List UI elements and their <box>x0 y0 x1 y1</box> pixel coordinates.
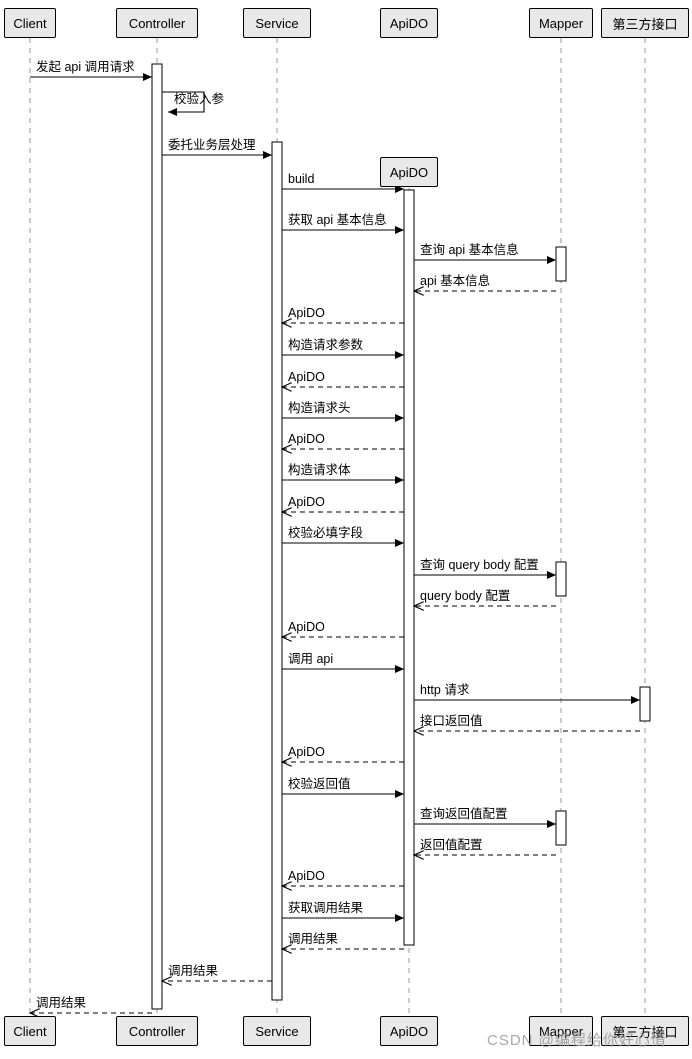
message-label-0: 发起 api 调用请求 <box>36 60 135 74</box>
activation-bar-apido <box>403 189 415 946</box>
message-label-27: 调用结果 <box>288 932 339 946</box>
participant-bottom-client: Client <box>4 1016 56 1046</box>
message-label-14: 校验必填字段 <box>288 526 364 540</box>
participant-top-controller: Controller <box>116 8 198 38</box>
participant-top-mapper: Mapper <box>529 8 593 38</box>
watermark: CSDN @编程给你好心情 <box>487 1032 667 1049</box>
participant-top-apido: ApiDO <box>380 8 438 38</box>
message-label-4: 获取 api 基本信息 <box>288 213 387 227</box>
message-label-6: api 基本信息 <box>420 274 491 288</box>
participant-bottom-service: Service <box>243 1016 311 1046</box>
participant-bottom-apido: ApiDO <box>380 1016 438 1046</box>
participant-bottom-controller: Controller <box>116 1016 198 1046</box>
message-label-17: ApiDO <box>288 620 325 634</box>
message-label-9: ApiDO <box>288 370 325 384</box>
message-label-19: http 请求 <box>420 683 470 697</box>
message-label-22: 校验返回值 <box>288 777 351 791</box>
message-label-7: ApiDO <box>288 306 325 320</box>
activation-bar-service <box>271 141 283 1001</box>
message-label-1: 校验入参 <box>174 92 225 106</box>
participant-top-thirdparty: 第三方接口 <box>601 8 689 38</box>
message-label-20: 接口返回值 <box>420 714 483 728</box>
message-label-11: ApiDO <box>288 432 325 446</box>
activation-bar-mapper-2 <box>555 561 567 597</box>
message-label-24: 返回值配置 <box>420 838 483 852</box>
activation-bar-mapper-3 <box>555 810 567 846</box>
message-label-10: 构造请求头 <box>288 401 351 415</box>
message-label-8: 构造请求参数 <box>288 338 364 352</box>
participant-top-client: Client <box>4 8 56 38</box>
activation-bar-mapper-1 <box>555 246 567 282</box>
message-label-26: 获取调用结果 <box>288 901 364 915</box>
participant-top-service: Service <box>243 8 311 38</box>
message-label-25: ApiDO <box>288 869 325 883</box>
message-label-13: ApiDO <box>288 495 325 509</box>
sequence-diagram: Client Controller Service ApiDO Mapper 第三方接口 … <box>0 0 692 1059</box>
activation-bar-thirdparty <box>639 686 651 722</box>
message-label-2: 委托业务层处理 <box>168 138 256 152</box>
message-label-21: ApiDO <box>288 745 325 759</box>
message-label-12: 构造请求体 <box>288 463 351 477</box>
activation-bar-controller <box>151 63 163 1010</box>
message-label-15: 查询 query body 配置 <box>420 558 539 572</box>
message-label-23: 查询返回值配置 <box>420 807 508 821</box>
message-label-16: query body 配置 <box>420 589 511 603</box>
object-box-apido-obj: ApiDO <box>380 157 438 187</box>
message-label-3: build <box>288 172 315 186</box>
message-label-29: 调用结果 <box>36 996 87 1010</box>
message-label-28: 调用结果 <box>168 964 219 978</box>
message-label-5: 查询 api 基本信息 <box>420 243 519 257</box>
message-label-18: 调用 api <box>288 652 334 666</box>
